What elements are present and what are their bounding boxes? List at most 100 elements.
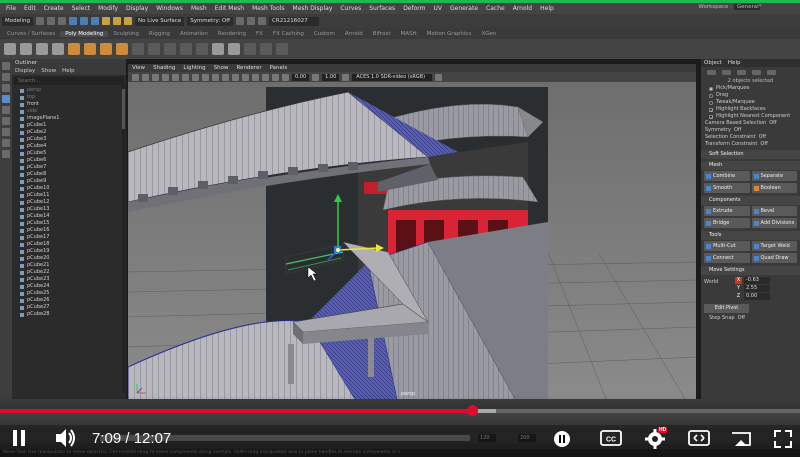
menu-windows[interactable]: Windows bbox=[152, 5, 187, 12]
smooth-button[interactable]: Smooth bbox=[704, 183, 750, 193]
autoplay-toggle[interactable] bbox=[553, 430, 571, 448]
menu-edit-mesh[interactable]: Edit Mesh bbox=[211, 5, 248, 12]
render-icon[interactable] bbox=[236, 17, 245, 25]
ambient-occlusion-icon[interactable] bbox=[262, 73, 269, 81]
outliner-item[interactable]: pCube12 bbox=[12, 199, 126, 206]
shelf-tab-motion-graphics[interactable]: Motion Graphics bbox=[422, 31, 477, 37]
shelf-tab-rigging[interactable]: Rigging bbox=[144, 31, 175, 37]
menu-mesh-display[interactable]: Mesh Display bbox=[289, 5, 337, 12]
menu-display[interactable]: Display bbox=[122, 5, 152, 12]
camera-attr-icon[interactable] bbox=[142, 73, 149, 81]
freeze-transform-icon[interactable] bbox=[260, 43, 272, 55]
bevel-button[interactable]: Bevel bbox=[751, 206, 797, 216]
viewport-menu-renderer[interactable]: Renderer bbox=[236, 64, 261, 72]
menu-help[interactable]: Help bbox=[536, 5, 558, 12]
workspace-dropdown[interactable]: General* bbox=[734, 4, 761, 10]
sphere-primitive-icon[interactable] bbox=[20, 43, 32, 55]
subtitles-button[interactable]: CC bbox=[600, 429, 622, 447]
select-component-icon[interactable] bbox=[91, 17, 100, 25]
open-scene-icon[interactable] bbox=[47, 17, 56, 25]
shelf-tab-mash[interactable]: MASH bbox=[395, 31, 421, 37]
outliner-item[interactable]: side bbox=[12, 108, 126, 115]
ipr-render-icon[interactable] bbox=[247, 17, 256, 25]
extrude-icon[interactable] bbox=[132, 43, 144, 55]
outliner-item[interactable]: pCube8 bbox=[12, 171, 126, 178]
menu-arnold[interactable]: Arnold bbox=[509, 5, 536, 12]
rotate-tool-icon[interactable] bbox=[2, 106, 10, 114]
move-settings-header[interactable]: Move Settings bbox=[701, 266, 800, 275]
layout-single-icon[interactable] bbox=[2, 128, 10, 136]
menu-deform[interactable]: Deform bbox=[399, 5, 429, 12]
outliner-item[interactable]: pCube4 bbox=[12, 143, 126, 150]
shelf-tab-curves-surfaces[interactable]: Curves / Surfaces bbox=[2, 31, 60, 37]
color-management-icon[interactable] bbox=[342, 73, 350, 81]
separate-button[interactable]: Separate bbox=[751, 171, 797, 181]
outliner-item[interactable]: pCube15 bbox=[12, 220, 126, 227]
paint-select-icon[interactable] bbox=[2, 84, 10, 92]
shelf-tab-animation[interactable]: Animation bbox=[175, 31, 213, 37]
step-snap-dropdown[interactable]: Off bbox=[738, 315, 745, 322]
toolkit-tab-help[interactable]: Help bbox=[728, 59, 741, 67]
camera-icon[interactable] bbox=[132, 73, 139, 81]
uv-editor-icon[interactable] bbox=[212, 43, 224, 55]
vertex-mode-icon[interactable] bbox=[722, 69, 731, 75]
outliner-item[interactable]: pCube11 bbox=[12, 192, 126, 199]
highlight-checkbox[interactable]: ✓ Highlight Backfaces bbox=[701, 106, 800, 113]
outliner-item[interactable]: pCube22 bbox=[12, 269, 126, 276]
menu-mesh[interactable]: Mesh bbox=[187, 5, 211, 12]
edit-pivot-button[interactable]: Edit Pivot bbox=[704, 304, 749, 313]
bookmark-icon[interactable] bbox=[152, 73, 159, 81]
outliner-item[interactable]: pCube28 bbox=[12, 311, 126, 318]
shelf-tab-poly-modeling[interactable]: Poly Modeling bbox=[60, 30, 109, 37]
lights-icon[interactable] bbox=[242, 73, 249, 81]
viewport-menu-shading[interactable]: Shading bbox=[153, 64, 175, 72]
boolean-button[interactable]: Boolean bbox=[751, 183, 797, 193]
lasso-tool-icon[interactable] bbox=[2, 73, 10, 81]
mode-dropdown[interactable]: Modeling bbox=[2, 16, 34, 26]
outliner-item[interactable]: pCube21 bbox=[12, 262, 126, 269]
menu-create[interactable]: Create bbox=[40, 5, 68, 12]
outliner-item[interactable]: pCube18 bbox=[12, 241, 126, 248]
layout-outliner-icon[interactable] bbox=[2, 150, 10, 158]
delete-history-icon[interactable] bbox=[276, 43, 288, 55]
outliner-item[interactable]: pCube7 bbox=[12, 164, 126, 171]
viewport-panel[interactable]: View Shading Lighting Show Renderer Pane… bbox=[128, 64, 696, 404]
shelf-tab-sculpting[interactable]: Sculpting bbox=[108, 31, 144, 37]
symmetry-dropdown[interactable]: Symmetry: Off bbox=[187, 16, 234, 26]
viewport-menu-view[interactable]: View bbox=[132, 64, 145, 72]
menu-generate[interactable]: Generate bbox=[446, 5, 482, 12]
gamma-field[interactable]: 1.00 bbox=[322, 73, 340, 81]
multi-cut-button[interactable]: Multi-Cut bbox=[704, 241, 750, 251]
add-divisions-button[interactable]: Add Divisions bbox=[751, 218, 797, 228]
axis-value-field[interactable]: 0.00 bbox=[744, 293, 770, 300]
layout-four-icon[interactable] bbox=[2, 139, 10, 147]
setting-dropdown[interactable]: Off bbox=[760, 141, 767, 148]
quad-draw-icon[interactable] bbox=[196, 43, 208, 55]
quad-draw-button[interactable]: Quad Draw bbox=[751, 253, 797, 263]
isolate-select-icon[interactable] bbox=[282, 73, 289, 81]
outliner-item[interactable]: pCube14 bbox=[12, 213, 126, 220]
outliner-item[interactable]: persp bbox=[12, 87, 126, 94]
outliner-menu-help[interactable]: Help bbox=[62, 67, 75, 75]
menu-mesh-tools[interactable]: Mesh Tools bbox=[248, 5, 288, 12]
setting-dropdown[interactable]: Off bbox=[759, 134, 766, 141]
highlight-checkbox[interactable]: ✓ Highlight Nearest Component bbox=[701, 113, 800, 120]
pick-option[interactable]: Pick/Marquee bbox=[701, 85, 800, 92]
mesh-section-header[interactable]: Mesh bbox=[701, 161, 800, 170]
outliner-item[interactable]: pCube26 bbox=[12, 297, 126, 304]
outliner-scrollbar[interactable] bbox=[122, 83, 125, 393]
menu-modify[interactable]: Modify bbox=[94, 5, 122, 12]
outliner-item[interactable]: pCube3 bbox=[12, 136, 126, 143]
menu-cache[interactable]: Cache bbox=[482, 5, 509, 12]
shelf-tab-bifrost[interactable]: Bifrost bbox=[368, 31, 396, 37]
axis-value-field[interactable]: -0.63 bbox=[744, 277, 770, 284]
outliner-item[interactable]: front bbox=[12, 101, 126, 108]
shelf-tab-fx-caching[interactable]: FX Caching bbox=[268, 31, 309, 37]
new-scene-icon[interactable] bbox=[36, 17, 45, 25]
wireframe-icon[interactable] bbox=[202, 73, 209, 81]
viewport-scene[interactable] bbox=[128, 82, 696, 404]
viewport-menu-arrow-icon[interactable] bbox=[435, 73, 443, 81]
gamma-icon[interactable] bbox=[312, 73, 320, 81]
bridge-icon[interactable] bbox=[164, 43, 176, 55]
volume-button[interactable] bbox=[54, 427, 78, 449]
